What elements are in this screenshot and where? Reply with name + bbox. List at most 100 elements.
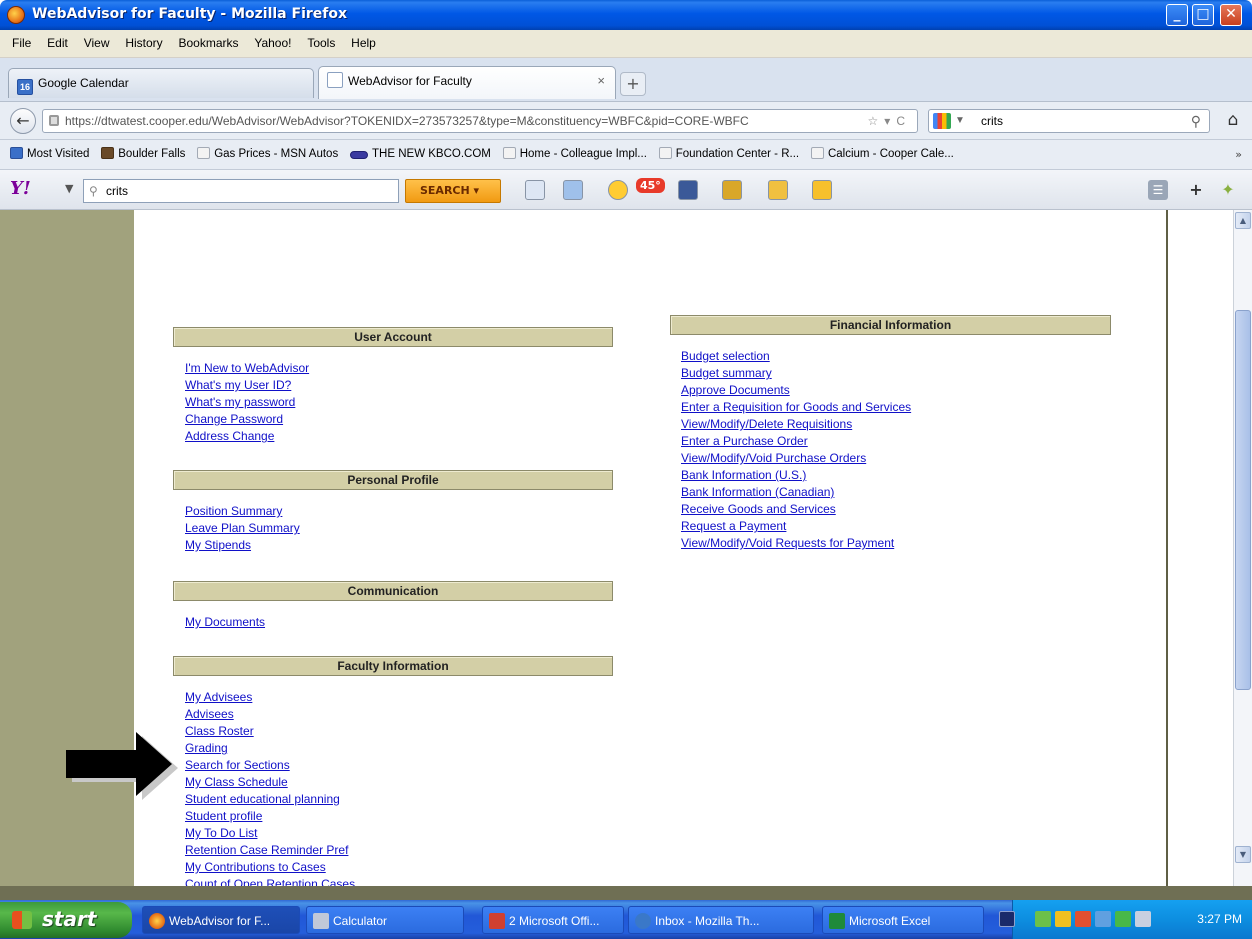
link-modify-purchase-orders[interactable]: View/Modify/Void Purchase Orders [681, 451, 866, 465]
chevron-down-icon[interactable]: ▼ [65, 182, 73, 195]
bookmark-most-visited[interactable]: Most Visited [10, 140, 89, 169]
sync-icon[interactable] [1115, 911, 1131, 927]
scroll-down-icon[interactable]: ▼ [1235, 846, 1251, 863]
window-title-bar[interactable]: WebAdvisor for Faculty - Mozilla Firefox… [0, 0, 1252, 30]
addon-icon[interactable]: ✦ [1218, 180, 1238, 200]
link-password[interactable]: What's my password [185, 395, 295, 409]
task-excel[interactable]: Microsoft Excel [822, 906, 984, 934]
list-item: What's my User ID? [185, 377, 309, 394]
bookmark-tool-icon[interactable] [525, 180, 545, 200]
link-my-to-do-list[interactable]: My To Do List [185, 826, 257, 840]
facebook-icon[interactable] [678, 180, 698, 200]
thunderbird-icon [635, 913, 651, 929]
link-class-roster[interactable]: Class Roster [185, 724, 254, 738]
calculator-icon [313, 913, 329, 929]
update-icon[interactable] [1135, 911, 1151, 927]
new-tab-button[interactable]: + [620, 72, 646, 96]
link-modify-requisitions[interactable]: View/Modify/Delete Requisitions [681, 417, 852, 431]
google-icon[interactable] [933, 113, 951, 129]
link-budget-selection[interactable]: Budget selection [681, 349, 770, 363]
link-enter-purchase-order[interactable]: Enter a Purchase Order [681, 434, 808, 448]
yahoo-search-input[interactable]: ⚲ crits [83, 179, 399, 203]
url-input[interactable]: https://dtwatest.cooper.edu/WebAdvisor/W… [42, 109, 918, 133]
reload-icon[interactable]: ☆▾C [868, 110, 911, 132]
link-budget-summary[interactable]: Budget summary [681, 366, 772, 380]
notepad-icon[interactable] [812, 180, 832, 200]
link-bank-info-us[interactable]: Bank Information (U.S.) [681, 468, 806, 482]
link-user-id[interactable]: What's my User ID? [185, 378, 291, 392]
bookmark-colleague[interactable]: Home - Colleague Impl... [502, 140, 647, 169]
tab-google-calendar[interactable]: 16 Google Calendar [8, 68, 314, 98]
link-approve-documents[interactable]: Approve Documents [681, 383, 790, 397]
link-my-class-schedule[interactable]: My Class Schedule [185, 775, 288, 789]
link-my-documents[interactable]: My Documents [185, 615, 265, 629]
weather-temperature: 45° [636, 178, 665, 193]
start-button[interactable]: start [0, 902, 132, 938]
link-address-change[interactable]: Address Change [185, 429, 274, 443]
link-student-educational-planning[interactable]: Student educational planning [185, 792, 340, 806]
link-request-payment[interactable]: Request a Payment [681, 519, 786, 533]
link-advisees[interactable]: Advisees [185, 707, 234, 721]
link-new-to-webadvisor[interactable]: I'm New to WebAdvisor [185, 361, 309, 375]
games-icon[interactable] [722, 180, 742, 200]
close-tab-icon[interactable]: × [597, 67, 605, 95]
mail-icon[interactable] [563, 180, 583, 200]
bookmark-boulder-falls[interactable]: Boulder Falls [101, 140, 185, 169]
link-count-open-retention[interactable]: Count of Open Retention Cases [185, 877, 355, 886]
bookmark-foundation-center[interactable]: Foundation Center - R... [658, 140, 799, 169]
maximize-button[interactable]: □ [1192, 4, 1214, 26]
vertical-scrollbar[interactable]: ▲ ▼ [1233, 210, 1252, 886]
bookmark-gas-prices[interactable]: Gas Prices - MSN Autos [197, 140, 338, 169]
link-my-contributions[interactable]: My Contributions to Cases [185, 860, 326, 874]
bookmark-calcium[interactable]: Calcium - Cooper Cale... [810, 140, 954, 169]
search-icon[interactable]: ⚲ [1191, 110, 1201, 132]
search-input[interactable]: ▼ crits ⚲ [928, 109, 1210, 133]
link-my-stipends[interactable]: My Stipends [185, 538, 251, 552]
sound-icon[interactable] [1095, 911, 1111, 927]
answers-icon[interactable] [768, 180, 788, 200]
link-retention-case-reminder[interactable]: Retention Case Reminder Pref [185, 843, 348, 857]
yahoo-search-button[interactable]: SEARCH ▾ [405, 179, 501, 203]
network-icon[interactable] [1035, 911, 1051, 927]
task-thunderbird[interactable]: Inbox - Mozilla Th... [628, 906, 814, 934]
home-button[interactable]: ⌂ [1222, 110, 1244, 132]
chevron-right-icon[interactable]: » [1235, 140, 1242, 169]
bookmark-kbco[interactable]: THE NEW KBCO.COM [350, 140, 491, 169]
menu-history[interactable]: History [119, 30, 168, 56]
link-enter-requisition[interactable]: Enter a Requisition for Goods and Servic… [681, 400, 911, 414]
link-position-summary[interactable]: Position Summary [185, 504, 282, 518]
menu-edit[interactable]: Edit [41, 30, 74, 56]
help-icon[interactable] [999, 911, 1015, 927]
yahoo-search-value: crits [106, 184, 128, 198]
task-calculator[interactable]: Calculator [306, 906, 464, 934]
menu-tools[interactable]: Tools [301, 30, 341, 56]
yahoo-logo-icon[interactable]: Y! [10, 178, 31, 199]
link-grading[interactable]: Grading [185, 741, 228, 755]
link-my-advisees[interactable]: My Advisees [185, 690, 252, 704]
security-icon[interactable] [1075, 911, 1091, 927]
tab-webadvisor[interactable]: WebAdvisor for Faculty × [318, 66, 616, 99]
link-bank-info-canadian[interactable]: Bank Information (Canadian) [681, 485, 834, 499]
scroll-up-icon[interactable]: ▲ [1235, 212, 1251, 229]
link-receive-goods[interactable]: Receive Goods and Services [681, 502, 836, 516]
link-change-password[interactable]: Change Password [185, 412, 283, 426]
task-microsoft-office[interactable]: 2 Microsoft Offi... [482, 906, 624, 934]
link-leave-plan-summary[interactable]: Leave Plan Summary [185, 521, 300, 535]
menu-bookmarks[interactable]: Bookmarks [172, 30, 244, 56]
back-button[interactable]: ← [10, 108, 36, 134]
task-webadvisor[interactable]: WebAdvisor for F... [142, 906, 300, 934]
scroll-thumb[interactable] [1235, 310, 1251, 690]
link-modify-payment-requests[interactable]: View/Modify/Void Requests for Payment [681, 536, 894, 550]
close-button[interactable]: ✕ [1220, 4, 1242, 26]
link-search-sections[interactable]: Search for Sections [185, 758, 290, 772]
vpn-icon[interactable] [1055, 911, 1071, 927]
menu-help[interactable]: Help [345, 30, 382, 56]
menu-file[interactable]: File [6, 30, 37, 56]
menu-yahoo[interactable]: Yahoo! [248, 30, 297, 56]
add-icon[interactable]: + [1186, 180, 1206, 200]
weather-icon[interactable] [608, 180, 628, 200]
list-icon[interactable]: ☰ [1148, 180, 1168, 200]
link-student-profile[interactable]: Student profile [185, 809, 262, 823]
menu-view[interactable]: View [78, 30, 116, 56]
minimize-button[interactable]: _ [1166, 4, 1188, 26]
